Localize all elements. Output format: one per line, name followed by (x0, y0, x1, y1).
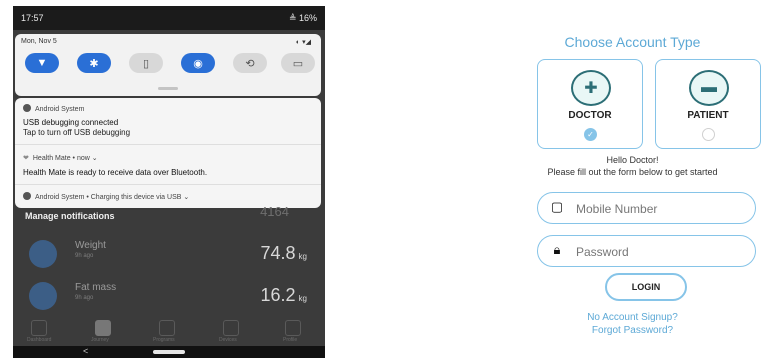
auto-rotate-toggle[interactable]: ⟲ (233, 53, 267, 73)
rotate-icon: ⟲ (245, 57, 255, 70)
metric-time: 9h ago (75, 295, 94, 301)
wifi-toggle[interactable]: ▼ (25, 53, 59, 73)
home-gesture-handle[interactable] (153, 350, 185, 354)
doctor-radio[interactable]: ✓ (584, 128, 597, 141)
nav-label: Profile (283, 337, 298, 343)
nav-label: Journey (91, 337, 109, 343)
battery-indicator: ≜ 16% (288, 13, 317, 23)
journey-icon[interactable] (95, 320, 111, 336)
lock-icon: 🔒︎ (553, 242, 561, 257)
notification-title: USB debugging connected (23, 118, 119, 127)
wifi-icon: ▼ (36, 57, 48, 69)
back-icon[interactable]: < (83, 346, 88, 356)
bluetooth-toggle[interactable]: ✱ (77, 53, 111, 73)
status-time: 17:57 (21, 13, 44, 23)
notification-app: ❤ Health Mate • now ⌄ (23, 155, 98, 162)
list-item[interactable]: Fat mass 9h ago 16.2 kg (13, 276, 325, 316)
bottom-navigation: Dashboard Journey Programs Devices Profi… (13, 318, 325, 344)
account-type-label: DOCTOR (568, 110, 612, 121)
patient-bed-icon: ▬ (689, 70, 729, 106)
profile-icon[interactable] (285, 320, 301, 336)
programs-icon[interactable] (159, 320, 175, 336)
patient-radio[interactable] (702, 128, 715, 141)
flashlight-icon: ▯ (142, 57, 150, 70)
notification-text: Tap to turn off USB debugging (23, 128, 131, 137)
notification-app: Android System • Charging this device vi… (23, 192, 189, 201)
manage-notifications-link[interactable]: Manage notifications (25, 211, 115, 221)
system-navigation-bar: < (13, 346, 325, 358)
status-bar: 17:57 ≜ 16% (13, 6, 325, 30)
shade-date: Mon, Nov 5 (21, 38, 57, 45)
signal-icon: ◐ ▾◢ (295, 39, 311, 46)
metric-name: Fat mass (75, 282, 117, 293)
location-icon: ◉ (193, 57, 203, 70)
divider (15, 184, 321, 185)
signup-link[interactable]: No Account Signup? (495, 312, 770, 323)
greeting-text: Hello Doctor! (606, 155, 659, 165)
metric-value: 74.8 kg (260, 243, 308, 263)
password-input[interactable] (574, 242, 748, 262)
mobile-number-input[interactable] (574, 199, 748, 219)
dashboard-icon[interactable] (31, 320, 47, 336)
bluetooth-icon: ✱ (89, 57, 99, 70)
nav-label: Dashboard (27, 337, 52, 343)
notification-app: Android System (23, 104, 84, 113)
mobile-number-field[interactable]: ▢ (537, 192, 756, 224)
password-field[interactable]: 🔒︎ (537, 235, 756, 267)
weight-icon (29, 240, 57, 268)
battery-saver-icon: ▭ (292, 57, 304, 70)
metric-value: 16.2 kg (260, 285, 308, 305)
list-item[interactable]: Weight 9h ago 74.8 kg (13, 234, 325, 274)
battery-saver-toggle[interactable]: ▭ (281, 53, 315, 73)
account-type-doctor[interactable]: ✚ DOCTOR ✓ (537, 59, 643, 149)
phone-icon: ▢ (550, 199, 564, 214)
shade-drag-handle[interactable] (158, 87, 178, 90)
metric-time: 9h ago (75, 253, 94, 259)
location-toggle[interactable]: ◉ (181, 53, 215, 73)
login-screen: Choose Account Type ✚ DOCTOR ✓ ▬ PATIENT… (495, 0, 770, 352)
nav-label: Programs (153, 337, 175, 343)
android-system-icon (23, 192, 31, 200)
page-title: Choose Account Type (564, 34, 701, 50)
nav-label: Devices (219, 337, 237, 343)
notification-text: Health Mate is ready to receive data ove… (23, 168, 208, 177)
doctor-icon: ✚ (571, 70, 611, 106)
metric-name: Weight (75, 240, 106, 251)
heart-icon: ❤ (23, 155, 29, 162)
login-button[interactable]: LOGIN (605, 273, 687, 301)
forgot-password-link[interactable]: Forgot Password? (495, 325, 770, 336)
account-type-patient[interactable]: ▬ PATIENT (655, 59, 761, 149)
background-value: 4164 (260, 204, 289, 219)
divider (15, 144, 321, 145)
account-type-label: PATIENT (687, 110, 729, 121)
flashlight-toggle[interactable]: ▯ (129, 53, 163, 73)
instructions-text: Please fill out the form below to get st… (547, 167, 718, 177)
fat-mass-icon (29, 282, 57, 310)
notification-shade-screen: 17:57 ≜ 16% Mon, Nov 5 ◐ ▾◢ ▼ ✱ ▯ ◉ ⟲ ▭ … (13, 6, 325, 358)
quick-settings-panel: Mon, Nov 5 ◐ ▾◢ ▼ ✱ ▯ ◉ ⟲ ▭ (15, 34, 321, 96)
notification-list: Android System USB debugging connected T… (15, 98, 321, 208)
android-system-icon (23, 104, 31, 112)
devices-icon[interactable] (223, 320, 239, 336)
